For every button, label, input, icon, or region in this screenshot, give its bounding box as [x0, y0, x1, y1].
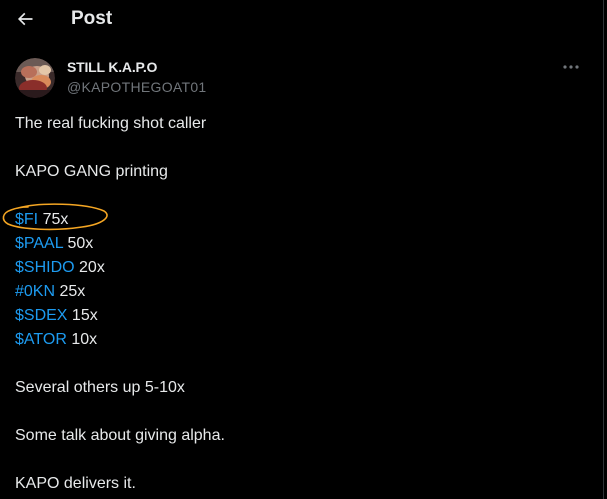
post-line: Several others up 5-10x	[15, 379, 185, 396]
line-break	[15, 448, 585, 472]
post-line: KAPO delivers it.	[15, 475, 136, 492]
line-break	[15, 136, 585, 160]
multiplier-text: 10x	[66, 331, 98, 348]
post-page: Post STILL K.A.P.O @KAPOTHEGOAT01 The re…	[0, 0, 604, 499]
multiplier-text: 15x	[67, 307, 98, 324]
post-body: The real fucking shot caller KAPO GANG p…	[15, 112, 585, 496]
post-line: $FI 75x	[15, 208, 585, 232]
multiplier-text: 20x	[74, 259, 105, 276]
post-line: The real fucking shot caller	[15, 115, 207, 132]
back-button[interactable]	[8, 2, 42, 36]
multiplier-text: 50x	[63, 235, 94, 252]
line-break	[15, 184, 585, 208]
cashtag-link[interactable]: $SHIDO	[15, 259, 75, 276]
cashtag-link[interactable]: $ATOR	[15, 331, 67, 348]
post-line: $ATOR 10x	[15, 328, 585, 352]
author-handle[interactable]: @KAPOTHEGOAT01	[67, 79, 207, 96]
page-title: Post	[71, 8, 113, 29]
line-break	[15, 400, 585, 424]
line-break	[15, 352, 585, 376]
hashtag-link[interactable]: #0KN	[15, 283, 55, 300]
post-line: KAPO GANG printing	[15, 163, 168, 180]
multiplier-text: 25x	[55, 283, 86, 300]
arrow-left-icon	[17, 12, 33, 26]
post-line: $SDEX 15x	[15, 304, 585, 328]
cashtag-link[interactable]: $SDEX	[15, 307, 67, 324]
more-horizontal-icon	[563, 65, 579, 69]
author-display-name[interactable]: STILL K.A.P.O	[67, 59, 157, 76]
cashtag-link[interactable]: $PAAL	[15, 235, 63, 252]
post-line: $PAAL 50x	[15, 232, 585, 256]
avatar-image	[15, 58, 55, 98]
header: Post	[0, 0, 604, 40]
post-line: Some talk about giving alpha.	[15, 427, 225, 444]
cashtag-link[interactable]: $FI	[15, 211, 38, 228]
post-line: $SHIDO 20x	[15, 256, 585, 280]
avatar[interactable]	[15, 58, 55, 98]
post-line: #0KN 25x	[15, 280, 585, 304]
multiplier-text: 75x	[38, 211, 69, 228]
more-options-button[interactable]	[560, 58, 582, 76]
